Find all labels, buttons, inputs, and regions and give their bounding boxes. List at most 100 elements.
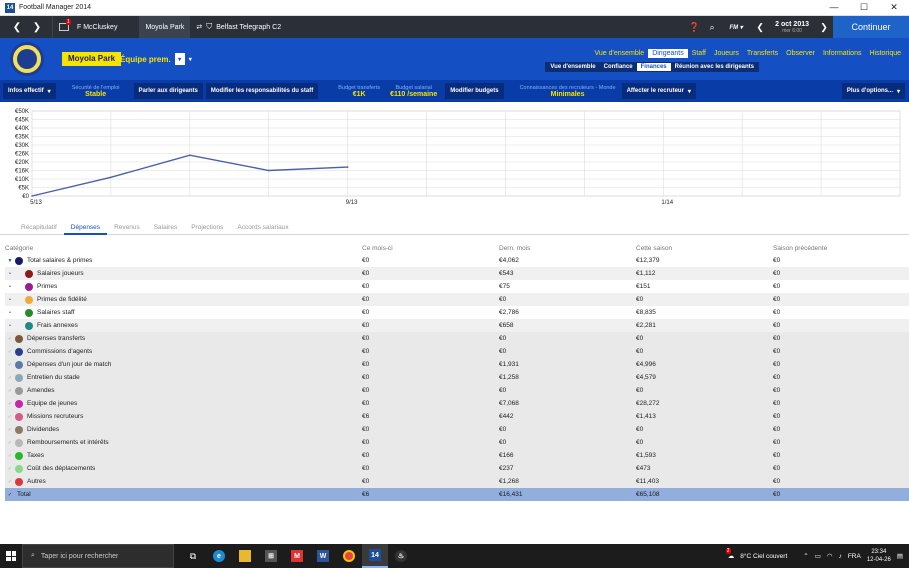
club-name-badge[interactable]: Moyola Park (62, 52, 122, 66)
nav-scout[interactable]: Observer (782, 49, 819, 58)
row-label: Taxes (27, 452, 44, 459)
table-row[interactable]: • Primes de fidélité €0 €0 €0 €0 (5, 293, 909, 306)
table-row[interactable]: • Primes €0 €75 €151 €0 (5, 280, 909, 293)
tab-income[interactable]: Revenus (107, 222, 147, 235)
close-icon[interactable]: ✕ (879, 2, 909, 13)
more-options-button[interactable]: Plus d'options... ▾ (841, 83, 905, 99)
steam-icon[interactable]: ♨ (388, 544, 414, 568)
show-hidden-icon[interactable]: ⌃ (803, 552, 808, 560)
expand-icon[interactable]: ▼ (5, 258, 15, 264)
table-row[interactable]: • Salaires staff €0 €2,786 €8,835 €0 (5, 306, 909, 319)
fm-app-icon: 14 (5, 2, 15, 13)
minimize-icon[interactable]: — (819, 2, 849, 13)
nav-overview[interactable]: Vue d'ensemble (590, 49, 648, 58)
chevron-down-icon[interactable]: ▾ (189, 56, 192, 63)
tab-projections[interactable]: Projections (184, 222, 230, 235)
category-color-dot (15, 386, 23, 395)
subnav-overview[interactable]: Vue d'ensemble (546, 63, 599, 71)
total-this-season: €65,108 (636, 491, 660, 498)
back-icon[interactable]: ❮ (10, 22, 24, 33)
header-last-month[interactable]: Dern. mois (499, 245, 636, 252)
table-row-total[interactable]: ✓ Total €6 €16,431 €65,108 €0 (5, 488, 909, 501)
header-this-month[interactable]: Ce mois-ci (362, 245, 499, 252)
volume-icon[interactable]: ♪ (839, 553, 842, 560)
tab-wage-agreements[interactable]: Accords salariaux (230, 222, 295, 235)
file-explorer-icon[interactable] (232, 544, 258, 568)
subnav-confidence[interactable]: Confiance (600, 63, 637, 71)
maximize-icon[interactable]: ☐ (849, 2, 879, 13)
table-row[interactable]: ✓ Equipe de jeunes €0 €7,068 €28,272 €0 (5, 397, 909, 410)
cell-this-season: €12,379 (636, 257, 660, 264)
table-row[interactable]: ✓ Amendes €0 €0 €0 €0 (5, 384, 909, 397)
forward-icon[interactable]: ❯ (30, 22, 44, 33)
subnav-board-meeting[interactable]: Réunion avec les dirigeants (671, 63, 758, 71)
edge-icon[interactable]: e (206, 544, 232, 568)
inbox-icon[interactable]: 1 (59, 19, 71, 31)
help-icon[interactable]: ❓ (685, 22, 703, 33)
header-category[interactable]: Catégorie (5, 245, 362, 252)
nav-info[interactable]: Informations (819, 49, 866, 58)
wifi-icon[interactable]: ◠ (827, 552, 833, 560)
squad-info-button[interactable]: Infos effectif ▾ (3, 83, 56, 99)
search-icon[interactable]: ⌕ (703, 22, 721, 33)
table-row[interactable]: ▼ Total salaires & primes €0 €4,062 €12,379 €… (5, 254, 909, 267)
task-view-icon[interactable]: ⧉ (180, 544, 206, 568)
tab-summary[interactable]: Récapitulatif (14, 222, 64, 235)
wage-budget: Budget salarial €110 /semaine (390, 84, 438, 98)
taskbar-clock[interactable]: 23:34 12-04-26 (867, 548, 891, 564)
language-indicator[interactable]: FRA (848, 553, 861, 560)
word-icon[interactable]: W (310, 544, 336, 568)
continue-button[interactable]: Continuer (833, 16, 909, 38)
table-row[interactable]: • Frais annexes €0 €658 €2,281 €0 (5, 319, 909, 332)
taskbar-search[interactable]: ⌕ Taper ici pour rechercher (22, 544, 174, 568)
table-row[interactable]: ✓ Dépenses d'un jour de match €0 €1,931 €4,9… (5, 358, 909, 371)
weather-text[interactable]: 8°C Ciel couvert (740, 553, 787, 560)
tab-wages[interactable]: Salaires (147, 222, 184, 235)
fm-menu[interactable]: FM ▾ (721, 24, 751, 31)
modify-budgets-button[interactable]: Modifier budgets (445, 83, 504, 99)
table-row[interactable]: ✓ Coût des déplacements €0 €237 €473 €0 (5, 462, 909, 475)
table-row[interactable]: ✓ Commissions d'agents €0 €0 €0 €0 (5, 345, 909, 358)
table-row[interactable]: ✓ Remboursements et intérêts €0 €0 €0 €0 (5, 436, 909, 449)
assign-scout-button[interactable]: Affecter le recruteur ▾ (621, 83, 696, 99)
club-menu[interactable]: Moyola Park (139, 16, 191, 38)
cell-this-season: €8,835 (636, 309, 656, 316)
gmail-icon[interactable]: M (284, 544, 310, 568)
nav-players[interactable]: Joueurs (710, 49, 743, 58)
tab-expenses[interactable]: Dépenses (63, 222, 108, 235)
row-label: Remboursements et intérêts (27, 439, 109, 446)
chrome-icon[interactable] (336, 544, 362, 568)
notifications-icon[interactable]: ▤ (897, 552, 903, 560)
nav-board[interactable]: Dirigeants (648, 49, 688, 58)
start-button[interactable] (0, 544, 22, 568)
next-match-menu[interactable]: ⇄ ⛉ Belfast Telegraph C2 (190, 16, 287, 38)
table-row[interactable]: ✓ Dividendes €0 €0 €0 €0 (5, 423, 909, 436)
manager-menu[interactable]: 1 F McCluskey (53, 16, 123, 38)
nav-staff[interactable]: Staff (688, 49, 710, 58)
subnav-finances[interactable]: Finances (636, 63, 671, 71)
finance-tabs: Récapitulatif Dépenses Revenus Salaires … (0, 222, 909, 235)
previous-icon[interactable]: ❮ (751, 22, 769, 33)
network-icon[interactable]: ▭ (815, 552, 821, 560)
table-row[interactable]: ✓ Taxes €0 €166 €1,593 €0 (5, 449, 909, 462)
table-row[interactable]: ✓ Dépenses transferts €0 €0 €0 €0 (5, 332, 909, 345)
team-dropdown-icon[interactable]: ▾ (174, 53, 185, 65)
table-row[interactable]: ✓ Missions recruteurs €6 €442 €1,413 €0 (5, 410, 909, 423)
team-selector[interactable]: Équipe prem. ▾ ▾ (120, 52, 192, 66)
weather-icon[interactable]: ☁ 2 (725, 548, 734, 560)
header-this-season[interactable]: Cette saison (636, 245, 773, 252)
header-last-season[interactable]: Saison précédente (773, 245, 909, 252)
nav-history[interactable]: Historique (865, 49, 905, 58)
game-date[interactable]: 2 oct 2013 mer 6:00 (769, 21, 815, 34)
fm-taskbar-icon[interactable]: 14 (362, 544, 388, 568)
table-row[interactable]: ✓ Autres €0 €1,268 €11,403 €0 (5, 475, 909, 488)
store-icon[interactable]: ⊞ (258, 544, 284, 568)
y-tick-label: €26K (15, 152, 29, 158)
talk-board-button[interactable]: Parler aux dirigeants (133, 83, 203, 99)
cell-last-season: €0 (773, 452, 781, 459)
modify-staff-button[interactable]: Modifier les responsabilités du staff (205, 83, 319, 99)
nav-transfers[interactable]: Transferts (743, 49, 782, 58)
table-row[interactable]: • Salaires joueurs €0 €543 €1,112 €0 (5, 267, 909, 280)
table-row[interactable]: ✓ Entretien du stade €0 €1,258 €4,579 €0 (5, 371, 909, 384)
next-icon[interactable]: ❯ (815, 22, 833, 33)
